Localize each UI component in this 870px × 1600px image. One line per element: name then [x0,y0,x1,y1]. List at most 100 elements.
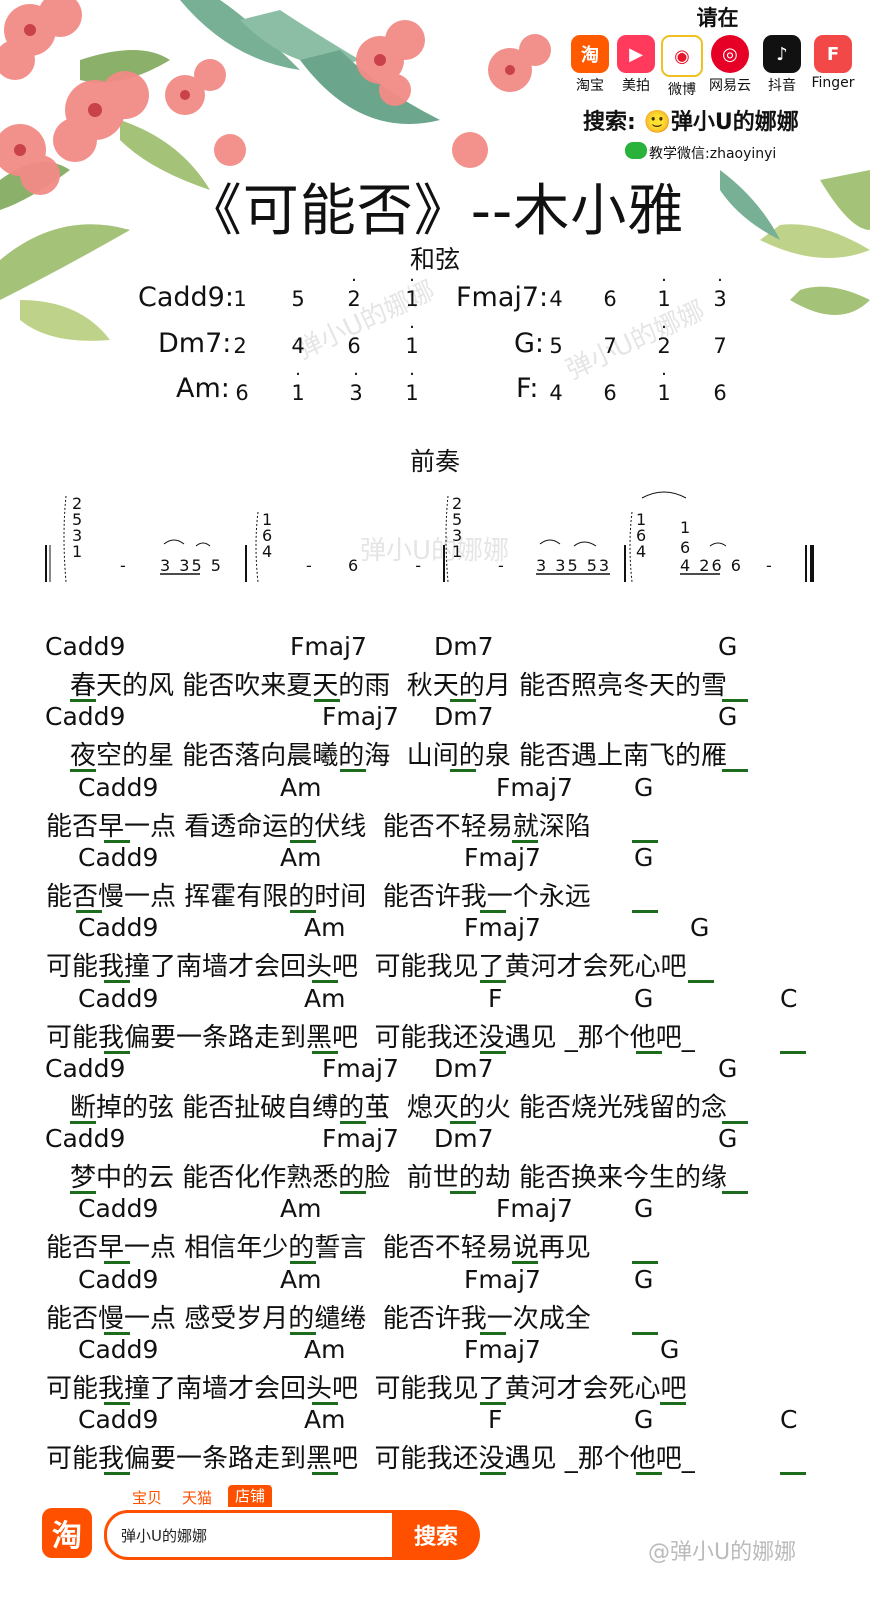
chord-label: Cadd9 [78,772,159,802]
chord-note: 7 [713,334,727,358]
chord-note: 4 [549,381,563,405]
song-title: 《可能否》--木小雅 [185,179,685,244]
chord-label: G [718,632,738,661]
lyric-line: 夜空的星 能否落向晨曦的海 山间的泉 能否遇上南飞的雁 [70,741,728,772]
chord-label: Fmaj7 [464,913,541,943]
chord-note: 6 [603,287,617,311]
chord-note: 3 [710,270,730,311]
weibo-watermark: @弹小U的娜娜 [648,1540,797,1565]
chord-position-underline [450,769,476,773]
lyric-line: 能否慢一点 挥霍有限的时间 能否许我一个永远 [46,881,591,912]
tab-baobei[interactable]: 宝贝 [132,1487,162,1508]
chord-position-underline [632,1331,658,1335]
chord-label: Dm7 [434,702,494,732]
taobao-icon: 淘 [42,1508,92,1558]
chord-position-underline [632,909,658,913]
chord-note: 7 [603,334,617,358]
chord-label: Am [304,913,346,943]
lyric-line: 可能我偏要一条路走到黑吧 可能我还没遇见 _那个他吧_ [46,1022,695,1053]
intro-note: 6 [680,538,691,557]
chord-position-underline [780,1050,806,1054]
chord-label: Dm7 [434,632,494,661]
intro-rest: - [306,556,312,575]
wechat-icon [625,142,647,159]
chord-position-underline [722,1191,748,1195]
chord-position-underline [722,769,748,773]
chord-label: G [634,842,654,872]
chord-note: 1 [654,364,674,405]
chord-label: Cadd9 [45,1053,126,1083]
promo-title: 请在 [696,6,739,30]
intro-label: 前奏 [409,447,460,476]
chord-note: 6 [603,381,617,405]
lyric-line: 春天的风 能否吹来夏天的雨 秋天的月 能否照亮冬天的雪 [70,671,728,701]
app-label: 淘宝 [576,78,604,94]
chord-label: Fmaj7 [496,1194,573,1224]
chord-label: Dm7 [434,1053,494,1083]
app-meipai[interactable]: ▶ 美拍 [613,35,659,95]
chord-position-underline [340,1191,366,1195]
lyric-line: 能否早一点 看透命运的伏线 能否不轻易就深陷 [46,811,591,842]
chord-label: G [718,1124,738,1154]
search-input[interactable]: 弹小U的娜娜 [104,1510,400,1560]
intro-chord-stack: 2531 [72,494,83,561]
chord-position-underline [480,1472,506,1476]
app-finger[interactable]: F Finger [805,35,861,91]
chord-label: Fmaj7 [464,1335,541,1364]
chord-label: Fmaj7 [322,1124,399,1154]
chord-label: G [690,913,710,943]
chord-label: Fmaj7 [322,702,399,732]
chord-note: 4 [549,287,563,311]
app-label: 美拍 [622,78,650,94]
chord-note: 5 [549,334,563,358]
chord-position-underline [312,1472,338,1476]
chord-label: Cadd9 [78,1405,159,1435]
chord-note: 1 [402,270,422,311]
app-weibo[interactable]: ◉ 微博 [659,35,705,99]
chord-shape-name: F: [516,373,539,404]
chord-position-underline [636,1472,662,1476]
chord-position-underline [340,769,366,773]
promo-panel: 请在 淘 淘宝 ▶ 美拍 ◉ 微博 ◎ 网易云 ♪ 抖音 F Finger 搜索… [565,0,870,170]
chord-label: C [780,1405,798,1435]
app-label: Finger [811,75,855,91]
chord-note: 1 [654,270,674,311]
chord-label: F [488,983,503,1013]
intro-chord-stack: 164 [636,510,647,561]
chord-position-underline [104,1472,130,1476]
app-taobao[interactable]: 淘 淘宝 [567,35,613,95]
lyric-line: 梦中的云 能否化作熟悉的脸 前世的劫 能否换来今生的缘 [70,1163,728,1194]
chord-label: G [634,772,654,802]
intro-rest: - [766,556,772,575]
tab-tmall[interactable]: 天猫 [182,1487,212,1508]
chord-label: G [634,1405,654,1435]
lyric-line: 能否慢一点 感受岁月的缱绻 能否许我一次成全 [46,1303,591,1334]
intro-notes: 6 - [348,556,448,575]
tab-shop[interactable]: 店铺 [228,1485,272,1507]
app-netease[interactable]: ◎ 网易云 [707,35,753,95]
app-douyin[interactable]: ♪ 抖音 [759,35,805,95]
intro-chord-stack: 164 [262,510,273,561]
intro-notes: 4 26 6 [680,556,743,575]
chord-label: Cadd9 [45,702,126,732]
chord-shape-name: Fmaj7: [456,282,549,313]
chord-label: Am [304,983,346,1013]
lyric-line: 可能我撞了南墙才会回头吧 可能我见了黄河才会死心吧 [46,1374,687,1404]
chord-note: 2 [233,334,247,358]
app-label: 网易云 [709,78,751,94]
search-value: 弹小U的娜娜 [121,1527,207,1545]
intro-rest: - [498,556,504,575]
chord-label: Am [304,1405,346,1435]
chord-label: Cadd9 [45,1124,126,1154]
search-button[interactable]: 搜索 [392,1510,480,1560]
chord-label: Fmaj7 [496,772,573,802]
weibo-icon: ◉ [661,35,703,77]
chord-label: Dm7 [434,1124,494,1154]
chord-position-underline [688,980,714,984]
chord-position-underline [450,1191,476,1195]
chord-label: Am [280,772,322,802]
lyric-line: 可能我偏要一条路走到黑吧 可能我还没遇见 _那个他吧_ [46,1444,695,1475]
chord-note: 4 [291,334,305,358]
chord-label: G [634,1194,654,1224]
intro-notes: 3 35 5 [160,556,223,575]
